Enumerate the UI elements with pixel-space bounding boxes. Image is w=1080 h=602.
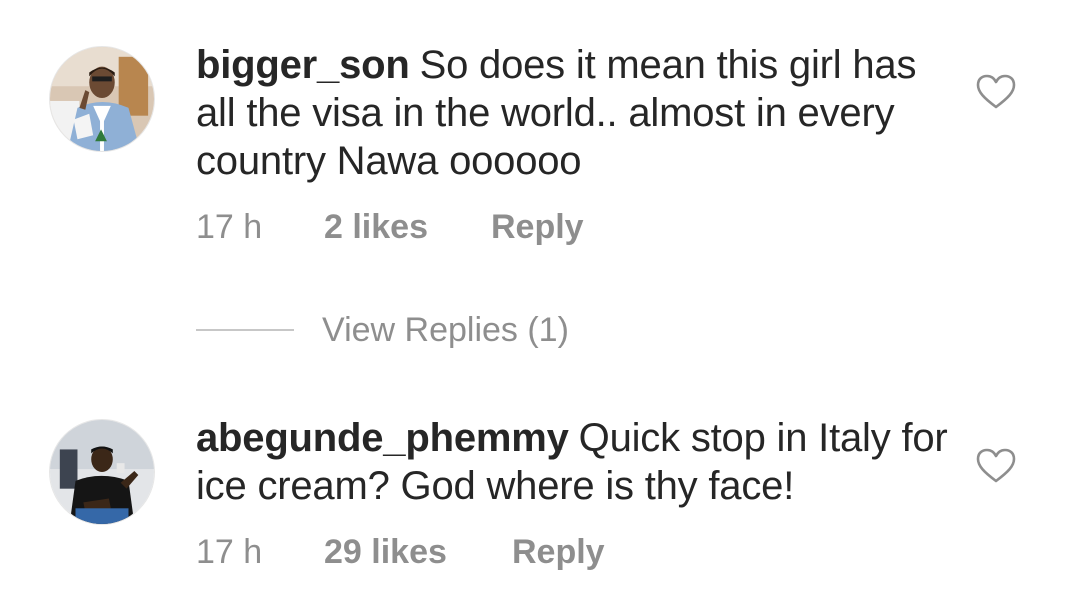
comment-username[interactable]: abegunde_phemmy	[196, 416, 569, 460]
user-avatar[interactable]	[49, 419, 155, 525]
comment-body: abegunde_phemmy Quick stop in Italy for i…	[196, 414, 956, 510]
reply-button[interactable]: Reply	[512, 532, 605, 572]
comment-meta: 17 h 29 likes Reply	[196, 532, 605, 572]
heart-outline-icon	[976, 448, 1016, 483]
avatar-photo-icon	[50, 420, 154, 524]
comment-timestamp: 17 h	[196, 533, 263, 571]
comment-item: abegunde_phemmy Quick stop in Italy for i…	[0, 0, 1080, 602]
comment-likes-count[interactable]: 29 likes	[324, 532, 512, 572]
like-button[interactable]	[976, 448, 1016, 484]
